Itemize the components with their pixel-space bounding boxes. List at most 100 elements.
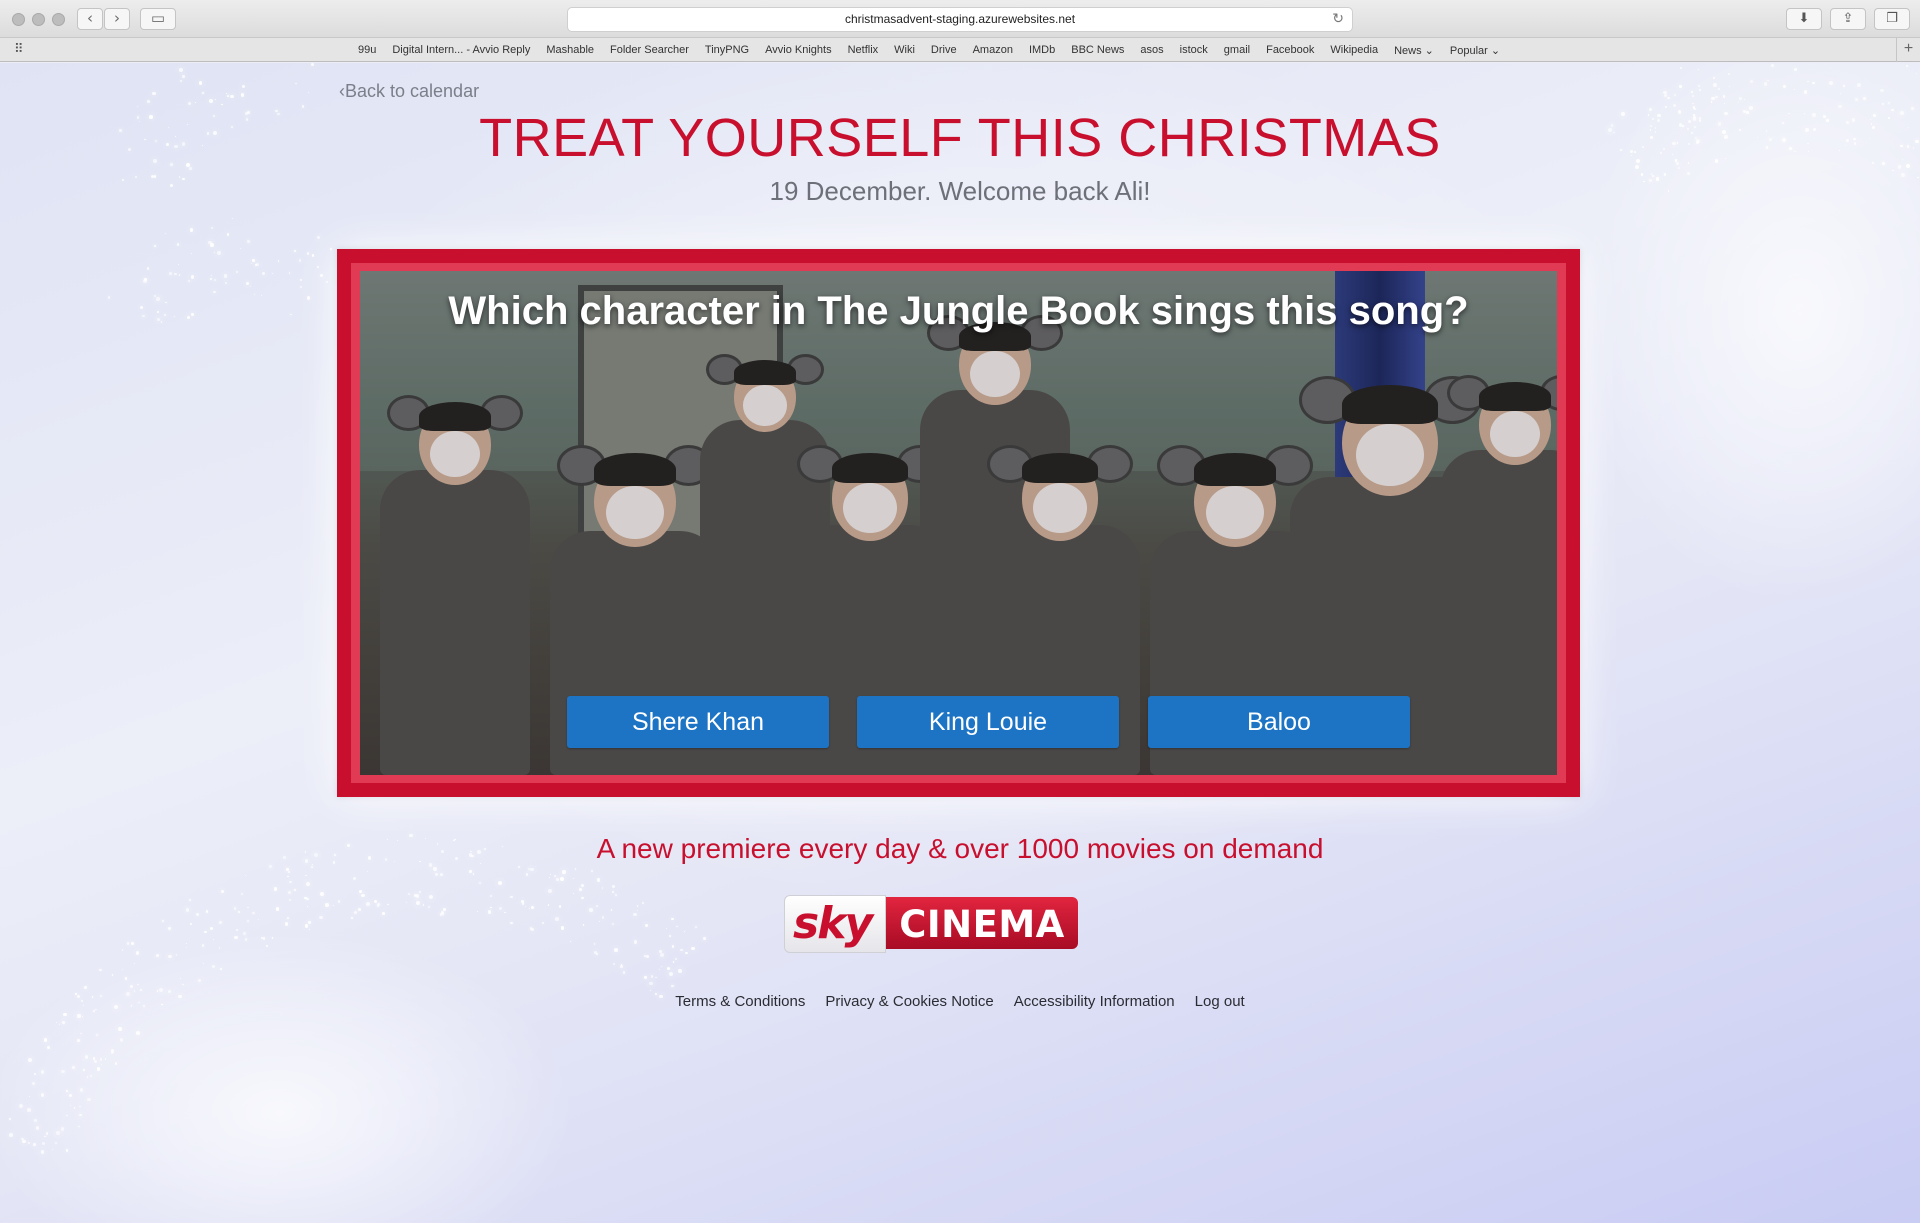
sparkle-dot: [555, 877, 559, 881]
sparkle-dot: [1763, 82, 1768, 86]
back-button[interactable]: ‹: [77, 8, 103, 30]
sparkle-dot: [187, 279, 190, 282]
close-window-button[interactable]: [12, 13, 25, 26]
sparkle-dot: [56, 1131, 61, 1136]
sparkle-dot: [1812, 81, 1815, 84]
sparkle-dot: [1839, 93, 1842, 95]
bookmark-item[interactable]: gmail: [1224, 44, 1250, 56]
sparkle-dot: [154, 294, 157, 297]
logo-cinema-text: CINEMA: [899, 903, 1065, 946]
sparkle-dot: [185, 946, 188, 949]
sparkle-dot: [649, 989, 651, 991]
premiere-tagline: A new premiere every day & over 1000 mov…: [596, 833, 1324, 864]
bookmark-item[interactable]: Amazon: [973, 44, 1013, 56]
sparkle-dot: [86, 1076, 89, 1078]
answer-button-shere-khan[interactable]: Shere Khan: [567, 696, 829, 748]
sparkle-dot: [377, 904, 380, 907]
sparkle-dot: [144, 278, 148, 281]
reload-icon[interactable]: ↻: [1332, 8, 1344, 31]
forward-button[interactable]: ›: [104, 8, 130, 30]
bookmark-item[interactable]: istock: [1180, 44, 1208, 56]
sparkle-dot: [21, 1137, 25, 1141]
sparkle-dot: [308, 928, 311, 931]
answer-button-baloo[interactable]: Baloo: [1148, 696, 1410, 748]
sparkle-dot: [548, 877, 550, 879]
bookmark-item[interactable]: Mashable: [546, 44, 594, 56]
bookmark-item[interactable]: Folder Searcher: [610, 44, 689, 56]
sparkle-dot: [213, 290, 216, 294]
bookmark-popular-menu[interactable]: Popular ⌄: [1450, 44, 1500, 57]
bookmark-item[interactable]: 99u: [358, 44, 376, 56]
sparkle-dot: [440, 873, 443, 877]
sparkle-dot: [612, 890, 615, 893]
sparkle-dot: [1807, 80, 1809, 82]
download-icon: ⬇: [1798, 11, 1810, 26]
bookmark-news-menu[interactable]: News ⌄: [1394, 44, 1434, 57]
sparkle-dot: [498, 907, 503, 911]
bookmark-item[interactable]: Digital Intern... - Avvio Reply: [392, 44, 530, 56]
sparkle-dot: [33, 1143, 36, 1146]
bookmark-item[interactable]: Netflix: [848, 44, 879, 56]
sparkle-dot: [560, 925, 565, 930]
sparkle-dot: [1737, 101, 1739, 103]
sparkle-dot: [93, 1010, 95, 1012]
bookmark-item[interactable]: TinyPNG: [705, 44, 749, 56]
logout-link[interactable]: Log out: [1195, 993, 1245, 1010]
back-to-calendar-link[interactable]: ‹Back to calendar: [339, 81, 479, 102]
sparkle-dot: [188, 101, 192, 105]
sidebar-button[interactable]: ▭: [140, 8, 176, 30]
sparkle-dot: [622, 971, 625, 974]
downloads-button[interactable]: ⬇: [1786, 8, 1822, 30]
apps-grid-icon[interactable]: ⠿: [14, 42, 24, 57]
share-button[interactable]: ⇪: [1830, 8, 1866, 30]
bookmark-item[interactable]: Wiki: [894, 44, 915, 56]
sparkle-dot: [578, 888, 582, 891]
sparkle-dot: [243, 932, 246, 936]
zoom-window-button[interactable]: [52, 13, 65, 26]
sparkle-dot: [298, 259, 302, 262]
bookmark-item[interactable]: BBC News: [1071, 44, 1124, 56]
sparkle-dot: [1722, 95, 1726, 98]
tabs-button[interactable]: ❐: [1874, 8, 1910, 30]
sparkle-dot: [1749, 80, 1753, 84]
bookmark-item[interactable]: Wikipedia: [1330, 44, 1378, 56]
terms-link[interactable]: Terms & Conditions: [675, 993, 805, 1010]
sparkle-dot: [489, 894, 492, 897]
answer-button-king-louie[interactable]: King Louie: [857, 696, 1119, 748]
minimize-window-button[interactable]: [32, 13, 45, 26]
sparkle-dot: [641, 901, 645, 905]
sparkle-dot: [1679, 85, 1682, 88]
sparkle-dot: [240, 93, 245, 97]
sparkle-dot: [79, 1105, 81, 1108]
bookmark-item[interactable]: asos: [1140, 44, 1163, 56]
sparkle-dot: [40, 1150, 44, 1154]
sparkle-dot: [669, 935, 671, 937]
plus-icon: +: [1903, 40, 1914, 57]
sparkle-dot: [214, 98, 217, 100]
address-bar[interactable]: christmasadvent-staging.azurewebsites.ne…: [567, 7, 1353, 32]
sparkle-dot: [703, 937, 706, 940]
sparkle-dot: [82, 1069, 86, 1072]
sparkle-dot: [189, 898, 192, 902]
sparkle-dot: [110, 1052, 113, 1055]
sparkle-dot: [558, 905, 562, 908]
sparkle-dot: [520, 899, 524, 903]
sparkle-dot: [62, 1021, 65, 1024]
bookmark-item[interactable]: IMDb: [1029, 44, 1055, 56]
new-tab-button[interactable]: +: [1896, 38, 1920, 62]
sparkle-dot: [225, 92, 228, 95]
sparkle-dot: [260, 294, 263, 297]
sparkle-dot: [308, 91, 310, 93]
sparkle-dot: [1803, 90, 1808, 94]
bookmark-item[interactable]: Facebook: [1266, 44, 1314, 56]
sparkle-dot: [9, 1118, 12, 1121]
sparkle-dot: [644, 923, 648, 927]
sparkle-dot: [169, 271, 173, 275]
privacy-link[interactable]: Privacy & Cookies Notice: [825, 993, 993, 1010]
sparkle-dot: [56, 1021, 58, 1023]
sparkle-dot: [310, 865, 313, 868]
bookmark-item[interactable]: Avvio Knights: [765, 44, 831, 56]
accessibility-link[interactable]: Accessibility Information: [1014, 993, 1175, 1010]
bookmark-item[interactable]: Drive: [931, 44, 957, 56]
sparkle-dot: [553, 874, 557, 878]
